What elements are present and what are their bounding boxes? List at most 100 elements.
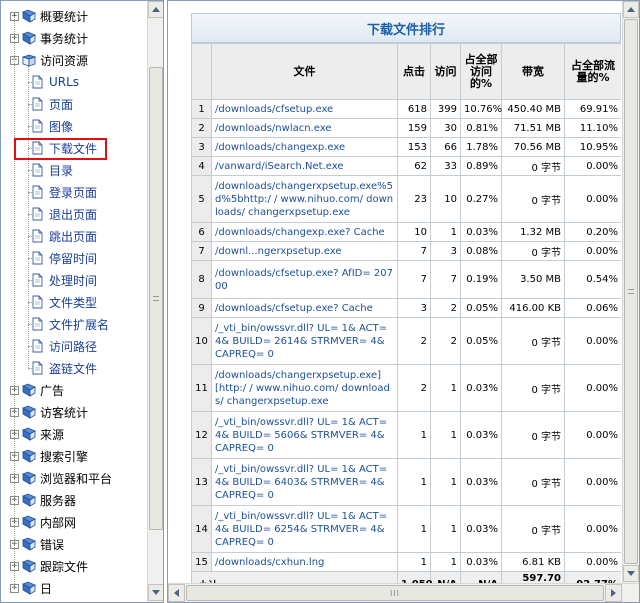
tree-scroll-up-button[interactable] [148, 1, 163, 18]
hits-cell: 618 [397, 99, 431, 119]
tree-item-page[interactable]: 处理时间 [31, 270, 97, 290]
visits-cell: 10 [430, 175, 461, 223]
tree-item-folder[interactable]: + 概要统计 [10, 6, 88, 26]
book-icon [22, 581, 36, 595]
file-link[interactable]: /downloads/cfsetup.exe [211, 99, 398, 119]
table-row: 13/_vti_bin/owssvr.dll? UL= 1& ACT= 4& B… [191, 458, 621, 506]
file-link[interactable]: /downloads/changerxpsetup.exe] [http:/ /… [211, 364, 398, 412]
tree-item-label: 错误 [40, 537, 65, 552]
tree-item-label: 盗链文件 [49, 361, 98, 376]
column-header-hits[interactable]: 点击 [397, 43, 431, 100]
tree-item-folder[interactable]: + 事务统计 [10, 28, 88, 48]
file-link[interactable]: /downloads/changexp.exe [211, 137, 398, 157]
file-link[interactable]: /downloads/changerxpsetup.exe%5d%5bhttp:… [211, 175, 398, 223]
bandwidth-cell: 0 字节 [501, 505, 565, 553]
visits-cell: 1 [430, 411, 461, 459]
visit-percent-cell: 10.76% [460, 99, 502, 119]
navigation-tree-pane: + 概要统计 + 事务统计 − 访问资源 URLs 页面 图像 下载文件 目录 登录页面 退出页面 跳出页… [0, 0, 164, 603]
content-vertical-scrollbar[interactable] [622, 1, 639, 583]
traffic-percent-cell: 0.06% [564, 298, 621, 318]
book-icon [22, 493, 36, 507]
bandwidth-cell: 1.32 MB [501, 222, 565, 242]
tree-item-folder[interactable]: + 浏览器和平台 [10, 468, 112, 488]
arrow-down-icon [152, 590, 160, 595]
file-link[interactable]: /vanward/iSearch.Net.exe [211, 156, 398, 176]
tree-item-page[interactable]: 图像 [31, 116, 73, 136]
column-header-file[interactable]: 文件 [211, 43, 398, 100]
row-index: 9 [191, 298, 212, 318]
content-horizontal-thumb[interactable]: III [186, 585, 604, 601]
file-link[interactable]: /_vti_bin/owssvr.dll? UL= 1& ACT= 4& BUI… [211, 411, 398, 459]
file-link[interactable]: /downloads/cxhun.lng [211, 552, 398, 572]
visit-percent-cell: 1.78% [460, 137, 502, 157]
tree-item-label: 访客统计 [40, 405, 89, 420]
column-header-index [191, 43, 212, 100]
table-row: 15/downloads/cxhun.lng 1 1 0.03% 6.81 KB 0.00… [191, 552, 621, 572]
content-scroll-left-button[interactable] [168, 584, 185, 602]
tree-item-page[interactable]: 目录 [31, 160, 73, 180]
tree-scroll-thumb[interactable] [149, 67, 163, 530]
bandwidth-cell: 0 字节 [501, 241, 565, 261]
bandwidth-cell: 0 字节 [501, 156, 565, 176]
tree-item-page[interactable]: 访问路径 [31, 336, 97, 356]
tree-item-page[interactable]: 退出页面 [31, 204, 97, 224]
visits-cell: 1 [430, 364, 461, 412]
table-row: 8/downloads/cfsetup.exe? AfID= 20700 7 7 0.… [191, 260, 621, 299]
traffic-percent-cell: 0.00% [564, 505, 621, 553]
book-icon [22, 9, 36, 23]
traffic-percent-cell: 0.00% [564, 156, 621, 176]
visits-cell: 1 [430, 505, 461, 553]
file-link[interactable]: /downloads/cfsetup.exe? AfID= 20700 [211, 260, 398, 299]
tree-item-folder[interactable]: + 来源 [10, 424, 64, 444]
tree-item-folder[interactable]: + 内部网 [10, 512, 76, 532]
tree-item-page[interactable]: 盗链文件 [31, 358, 97, 378]
bandwidth-cell: 450.40 MB [501, 99, 565, 119]
tree-item-folder[interactable]: + 访客统计 [10, 402, 88, 422]
content-horizontal-scrollbar[interactable]: III [168, 583, 639, 602]
column-header-traffic-percent[interactable]: 占全部流量的% [564, 43, 621, 100]
tree-item-page[interactable]: 停留时间 [31, 248, 97, 268]
tree-item-folder[interactable]: + 广告 [10, 380, 64, 400]
page-icon [32, 119, 43, 133]
file-link[interactable]: /downloads/cfsetup.exe? Cache [211, 298, 398, 318]
visit-percent-cell: 0.03% [460, 364, 502, 412]
tree-item-folder[interactable]: + 错误 [10, 534, 64, 554]
tree-item-page[interactable]: URLs [31, 72, 79, 92]
file-link[interactable]: /downl...ngerxpsetup.exe [211, 241, 398, 261]
file-link[interactable]: /_vti_bin/owssvr.dll? UL= 1& ACT= 4& BUI… [211, 458, 398, 506]
tree-item-page[interactable]: 跳出页面 [31, 226, 97, 246]
row-index: 10 [191, 317, 212, 365]
tree-item-page[interactable]: 文件类型 [31, 292, 97, 312]
tree-vertical-scrollbar[interactable] [147, 1, 163, 602]
column-header-visits[interactable]: 访问 [430, 43, 461, 100]
content-scroll-down-button[interactable] [623, 565, 639, 582]
tree-item-page[interactable]: 页面 [31, 94, 73, 114]
content-scroll-up-button[interactable] [623, 1, 639, 18]
page-icon [32, 295, 43, 309]
file-link[interactable]: /downloads/changexp.exe? Cache [211, 222, 398, 242]
file-link[interactable]: /downloads/nwlacn.exe [211, 118, 398, 138]
book-icon [22, 405, 36, 419]
file-link[interactable]: /_vti_bin/owssvr.dll? UL= 1& ACT= 4& BUI… [211, 505, 398, 553]
tree-item-label: 服务器 [40, 493, 77, 508]
arrow-right-icon [611, 589, 616, 597]
file-link[interactable]: /_vti_bin/owssvr.dll? UL= 1& ACT= 4& BUI… [211, 317, 398, 365]
download-files-report: 下载文件排行 文件 点击 访问 占全部访问的% 带宽 占全部流量的% 1/dow… [191, 13, 621, 588]
tree-item-page[interactable]: 登录页面 [31, 182, 97, 202]
column-header-visit-percent[interactable]: 占全部访问的% [460, 43, 502, 100]
tree-scroll-down-button[interactable] [148, 584, 163, 601]
tree-item-page[interactable]: 文件扩展名 [31, 314, 109, 334]
visits-cell: 2 [430, 317, 461, 365]
row-index: 8 [191, 260, 212, 299]
traffic-percent-cell: 0.00% [564, 458, 621, 506]
content-scroll-right-button[interactable] [605, 584, 622, 602]
content-scroll-thumb[interactable] [624, 19, 638, 564]
book-icon [22, 537, 36, 551]
tree-item-folder[interactable]: − 访问资源 [10, 50, 88, 70]
tree-item-folder[interactable]: + 跟踪文件 [10, 556, 88, 576]
tree-item-folder[interactable]: + 服务器 [10, 490, 76, 510]
tree-item-folder[interactable]: + 搜索引擎 [10, 446, 88, 466]
tree-item-folder[interactable]: + 日 [10, 578, 52, 598]
page-icon [32, 229, 43, 243]
column-header-bandwidth[interactable]: 带宽 [501, 43, 565, 100]
